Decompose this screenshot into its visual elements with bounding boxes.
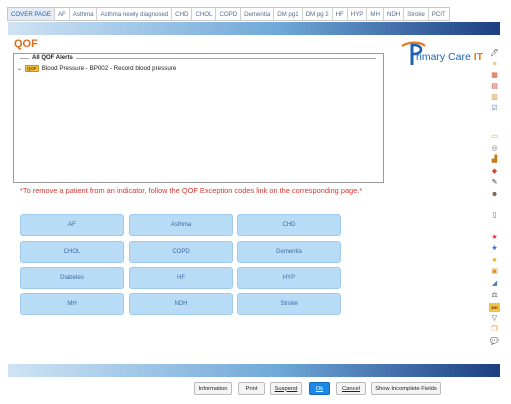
indicator-button-diabetes[interactable]: Diabetes (20, 267, 124, 289)
tab-stroke[interactable]: Stroke (404, 8, 429, 20)
show-incomplete-fields-button[interactable]: Show Incomplete Fields (371, 382, 441, 395)
page-title: QOF (14, 38, 38, 50)
tab-dementia[interactable]: Dementia (241, 8, 275, 20)
person-icon[interactable]: ☻ (489, 190, 500, 199)
ok-button[interactable]: Ok (309, 382, 330, 395)
alert-item[interactable]: ⌄ QOF Blood Pressure - BP002 - Record bl… (17, 65, 176, 72)
scales-icon[interactable]: ⚖ (489, 291, 500, 300)
tab-copd[interactable]: COPD (216, 8, 242, 20)
tab-chol[interactable]: CHOL (192, 8, 217, 20)
clipboard-pen-icon[interactable]: 🖊 (489, 49, 500, 58)
star-blue-icon[interactable]: ★ (489, 244, 500, 253)
legend-rule (76, 58, 376, 59)
indicator-button-hf[interactable]: HF (129, 267, 233, 289)
right-toolbar: 🖊 ≡ ▦ ▤ ▥ ☑ ▭ ◎ ▟ ◆ ✎ ☻ ▯ ★ ★ ★ ▣ ◢ ⚖ MH ▽ ❐ 💬 (488, 44, 502, 354)
tab-mh[interactable]: MH (367, 8, 384, 20)
qof-badge-icon: QOF (25, 65, 39, 72)
tab-pcit[interactable]: PCIT (429, 8, 449, 20)
tab-af[interactable]: AF (55, 8, 70, 20)
book-icon[interactable]: ▥ (489, 93, 500, 102)
stack-icon[interactable]: ≡ (489, 60, 500, 69)
document-check-icon[interactable]: ☑ (489, 104, 500, 113)
bar-chart-icon[interactable]: ▟ (489, 155, 500, 164)
qof-alerts-panel: All QOF Alerts ⌄ QOF Blood Pressure - BP… (13, 53, 384, 183)
indicator-button-asthma[interactable]: Asthma (129, 214, 233, 236)
flask-icon[interactable]: ▽ (489, 314, 500, 323)
tab-asthma[interactable]: Asthma (70, 8, 98, 20)
logo-wordmark: rimary Care IT (416, 51, 484, 63)
tab-cover-page[interactable]: COVER PAGE (8, 8, 55, 20)
primary-care-it-logo: rimary Care IT (398, 40, 490, 66)
indicator-button-stroke[interactable]: Stroke (237, 293, 341, 315)
header-bar (8, 22, 500, 35)
calendar-alt-icon[interactable]: ▤ (489, 82, 500, 91)
indicator-button-ndh[interactable]: NDH (129, 293, 233, 315)
tab-hyp[interactable]: HYP (348, 8, 368, 20)
cancel-button[interactable]: Cancel (336, 382, 366, 395)
pen-icon[interactable]: ✎ (489, 178, 500, 187)
tab-asthma-newly-diagnosed[interactable]: Asthma newly diagnosed (97, 8, 173, 20)
indicator-button-chd[interactable]: CHD (237, 214, 341, 236)
section-tab-bar: COVER PAGE AF Asthma Asthma newly diagnosed… (7, 7, 450, 21)
indicator-button-dementia[interactable]: Dementia (237, 241, 341, 263)
alerts-legend: All QOF Alerts (29, 55, 76, 61)
ok-button-label: Ok (315, 385, 324, 392)
chart-line-icon[interactable]: ◢ (489, 279, 500, 288)
binoculars-icon[interactable]: ◎ (489, 144, 500, 153)
tab-hf[interactable]: HF (333, 8, 348, 20)
suspend-button[interactable]: Suspend (270, 382, 302, 395)
indicator-button-chol[interactable]: CHOL (20, 241, 124, 263)
star-gold-icon[interactable]: ★ (489, 256, 500, 265)
indicator-button-af[interactable]: AF (20, 214, 124, 236)
note-icon[interactable]: ▣ (489, 267, 500, 276)
label-icon[interactable]: ▭ (489, 132, 500, 141)
chevron-down-icon[interactable]: ⌄ (17, 65, 22, 72)
mh-badge-icon[interactable]: MH (489, 303, 500, 312)
tab-dm-pg1[interactable]: DM pg1 (274, 8, 303, 20)
copy-icon[interactable]: ❐ (489, 325, 500, 334)
tab-chd[interactable]: CHD (172, 8, 193, 20)
chat-icon[interactable]: 💬 (489, 337, 500, 346)
footer-bar (8, 364, 500, 377)
exception-note: *To remove a patient from an indicator, … (20, 186, 363, 195)
door-icon[interactable]: ▯ (489, 211, 500, 220)
print-button[interactable]: Print (238, 382, 265, 395)
tab-dm-pg-2[interactable]: DM pg 2 (303, 8, 333, 20)
star-red-icon[interactable]: ★ (489, 233, 500, 242)
tab-ndh[interactable]: NDH (384, 8, 405, 20)
calendar-icon[interactable]: ▦ (489, 71, 500, 80)
suspend-button-label: Suspend (274, 385, 298, 392)
indicator-button-copd[interactable]: COPD (129, 241, 233, 263)
pill-icon[interactable]: ◆ (489, 167, 500, 176)
indicator-button-hyp[interactable]: HYP (237, 267, 341, 289)
alert-text: Blood Pressure - BP002 - Record blood pr… (41, 65, 177, 72)
indicator-button-mh[interactable]: MH (20, 293, 124, 315)
information-button[interactable]: Information (194, 382, 232, 395)
cancel-button-label: Cancel (341, 385, 361, 392)
